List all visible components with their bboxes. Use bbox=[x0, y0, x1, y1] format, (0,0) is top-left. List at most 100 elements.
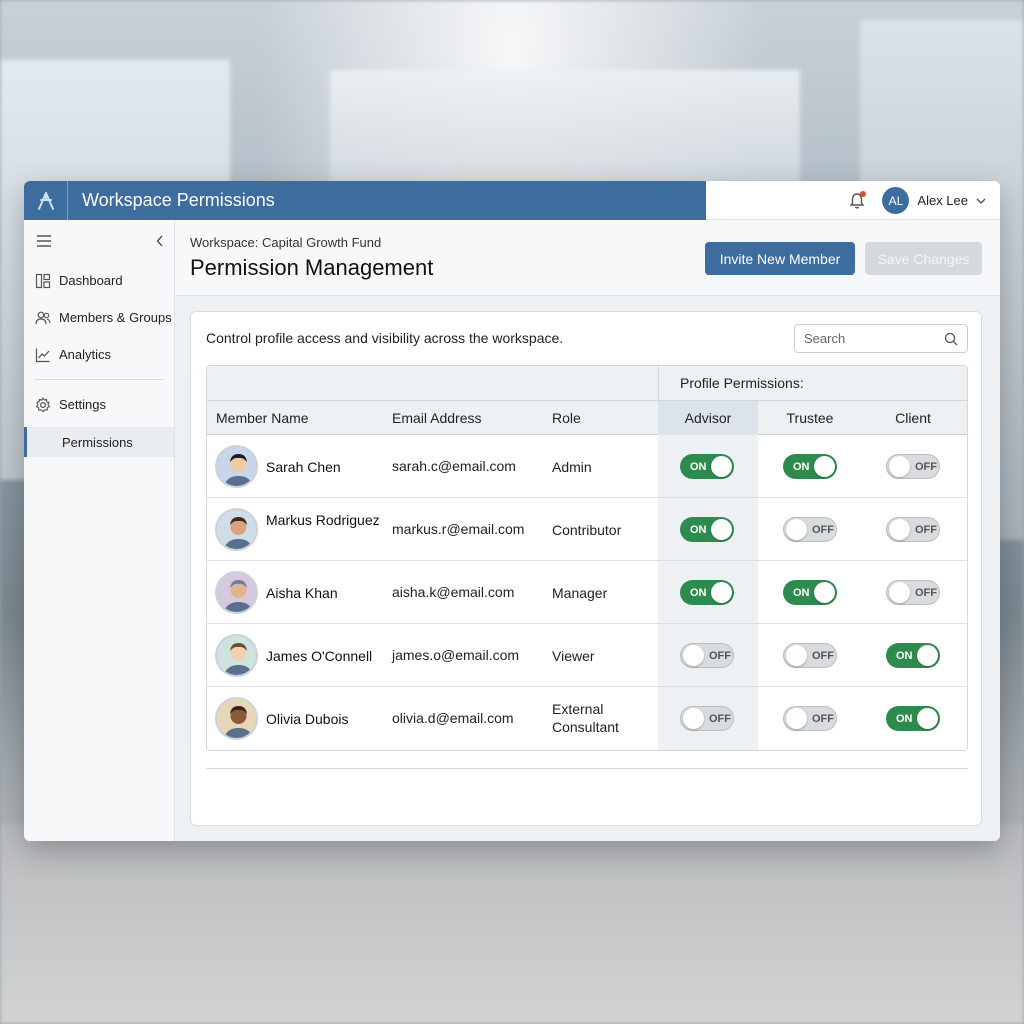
chevron-down-icon bbox=[976, 198, 986, 204]
toggle-state-label: OFF bbox=[915, 586, 937, 599]
toggle-knob bbox=[683, 645, 704, 666]
user-avatar: AL bbox=[882, 187, 910, 214]
table-row: Aisha Khan aisha.k@email.com Manager ON ON OF… bbox=[207, 561, 967, 624]
member-role: External Consultant bbox=[552, 701, 619, 735]
trustee-permission-toggle[interactable]: ON bbox=[783, 454, 837, 479]
top-bar: Workspace Permissions AL Alex Lee bbox=[24, 181, 1000, 220]
table-row: James O'Connell james.o@email.com Viewer OF… bbox=[207, 624, 967, 687]
notification-bell-icon[interactable] bbox=[846, 190, 868, 212]
workspace-breadcrumb: Workspace: Capital Growth Fund bbox=[190, 235, 382, 250]
app-window: Workspace Permissions AL Alex Lee Dashbo… bbox=[24, 181, 1000, 841]
member-name: James O'Connell bbox=[266, 648, 373, 664]
collapse-sidebar-icon[interactable] bbox=[156, 235, 164, 247]
app-logo-icon[interactable] bbox=[24, 181, 68, 220]
permissions-card: Control profile access and visibility ac… bbox=[190, 311, 982, 826]
sidebar-item-settings[interactable]: Settings bbox=[24, 386, 174, 423]
member-email: james.o@email.com bbox=[392, 647, 520, 663]
toggle-state-label: OFF bbox=[812, 649, 834, 662]
client-permission-toggle[interactable]: ON bbox=[886, 643, 940, 668]
member-name: Sarah Chen bbox=[266, 459, 341, 475]
member-role: Contributor bbox=[552, 522, 622, 538]
toggle-state-label: ON bbox=[896, 712, 913, 725]
advisor-permission-toggle[interactable]: ON bbox=[680, 517, 734, 542]
member-role: Admin bbox=[552, 459, 592, 475]
invite-new-member-button[interactable]: Invite New Member bbox=[705, 242, 855, 275]
table-row: Markus Rodriguez markus.r@email.com Contri… bbox=[207, 498, 967, 561]
sidebar-item-permissions[interactable]: Permissions bbox=[24, 427, 174, 457]
member-email: markus.r@email.com bbox=[392, 521, 525, 537]
permissions-table: Profile Permissions: Member Name Email A… bbox=[206, 365, 968, 751]
member-avatar bbox=[215, 634, 258, 677]
column-header-email[interactable]: Email Address bbox=[392, 410, 481, 426]
page-title: Permission Management bbox=[190, 255, 434, 280]
sidebar-item-dashboard[interactable]: Dashboard bbox=[24, 262, 174, 299]
advisor-permission-toggle[interactable]: OFF bbox=[680, 643, 734, 668]
app-title: Workspace Permissions bbox=[82, 190, 275, 210]
members-icon bbox=[35, 311, 51, 324]
toggle-state-label: ON bbox=[896, 649, 913, 662]
column-header-advisor[interactable]: Advisor bbox=[658, 410, 758, 426]
sidebar-item-label: Analytics bbox=[59, 347, 112, 362]
table-footer-divider bbox=[206, 768, 968, 769]
client-permission-toggle[interactable]: OFF bbox=[886, 580, 940, 605]
trustee-permission-toggle[interactable]: OFF bbox=[783, 706, 837, 731]
client-permission-toggle[interactable]: OFF bbox=[886, 454, 940, 479]
hamburger-menu-icon[interactable] bbox=[36, 235, 52, 247]
client-permission-toggle[interactable]: OFF bbox=[886, 517, 940, 542]
member-avatar bbox=[215, 571, 258, 614]
toggle-knob bbox=[814, 456, 835, 477]
user-name: Alex Lee bbox=[917, 193, 968, 208]
toggle-state-label: OFF bbox=[915, 460, 937, 473]
column-header-client[interactable]: Client bbox=[863, 410, 963, 426]
toggle-knob bbox=[786, 519, 807, 540]
member-avatar bbox=[215, 445, 258, 488]
member-role: Viewer bbox=[552, 648, 595, 664]
column-header-name[interactable]: Member Name bbox=[216, 410, 309, 426]
advisor-permission-toggle[interactable]: ON bbox=[680, 454, 734, 479]
main-content: Workspace: Capital Growth Fund Permissio… bbox=[175, 220, 1000, 841]
sidebar-divider bbox=[35, 379, 164, 380]
toggle-state-label: ON bbox=[690, 586, 707, 599]
user-menu[interactable]: AL Alex Lee bbox=[882, 187, 986, 214]
trustee-permission-toggle[interactable]: ON bbox=[783, 580, 837, 605]
member-avatar bbox=[215, 508, 258, 551]
table-row: Sarah Chen sarah.c@email.com Admin ON ON OFF bbox=[207, 435, 967, 498]
sidebar-item-label: Dashboard bbox=[59, 273, 123, 288]
member-email: sarah.c@email.com bbox=[392, 458, 516, 474]
sidebar-item-analytics[interactable]: Analytics bbox=[24, 336, 174, 373]
toggle-knob bbox=[786, 708, 807, 729]
advisor-permission-toggle[interactable]: ON bbox=[680, 580, 734, 605]
member-name: Olivia Dubois bbox=[266, 711, 349, 727]
search-icon bbox=[944, 332, 958, 345]
toggle-state-label: OFF bbox=[812, 523, 834, 536]
save-changes-button[interactable]: Save Changes bbox=[865, 242, 982, 275]
advisor-permission-toggle[interactable]: OFF bbox=[680, 706, 734, 731]
toggle-knob bbox=[711, 456, 732, 477]
column-header-trustee[interactable]: Trustee bbox=[760, 410, 860, 426]
dashboard-icon bbox=[35, 273, 51, 288]
member-email: olivia.d@email.com bbox=[392, 710, 514, 726]
toggle-knob bbox=[889, 582, 910, 603]
trustee-permission-toggle[interactable]: OFF bbox=[783, 643, 837, 668]
search-input[interactable]: Search bbox=[794, 324, 968, 353]
column-header-role[interactable]: Role bbox=[552, 410, 581, 426]
trustee-permission-toggle[interactable]: OFF bbox=[783, 517, 837, 542]
toggle-knob bbox=[889, 456, 910, 477]
toggle-state-label: OFF bbox=[812, 712, 834, 725]
toggle-state-label: OFF bbox=[709, 649, 731, 662]
page-header: Workspace: Capital Growth Fund Permissio… bbox=[175, 220, 1000, 296]
notification-dot bbox=[860, 190, 867, 197]
table-row: Olivia Dubois olivia.d@email.com External … bbox=[207, 687, 967, 750]
sidebar-item-members-groups[interactable]: Members & Groups bbox=[24, 299, 174, 336]
toggle-state-label: OFF bbox=[709, 712, 731, 725]
toggle-state-label: ON bbox=[690, 460, 707, 473]
toggle-state-label: OFF bbox=[915, 523, 937, 536]
search-placeholder: Search bbox=[804, 331, 846, 346]
gear-icon bbox=[35, 396, 51, 412]
client-permission-toggle[interactable]: ON bbox=[886, 706, 940, 731]
member-name: Markus Rodriguez bbox=[266, 512, 380, 528]
member-email: aisha.k@email.com bbox=[392, 584, 515, 600]
member-role: Manager bbox=[552, 585, 608, 601]
toggle-knob bbox=[917, 645, 938, 666]
member-avatar bbox=[215, 697, 258, 740]
